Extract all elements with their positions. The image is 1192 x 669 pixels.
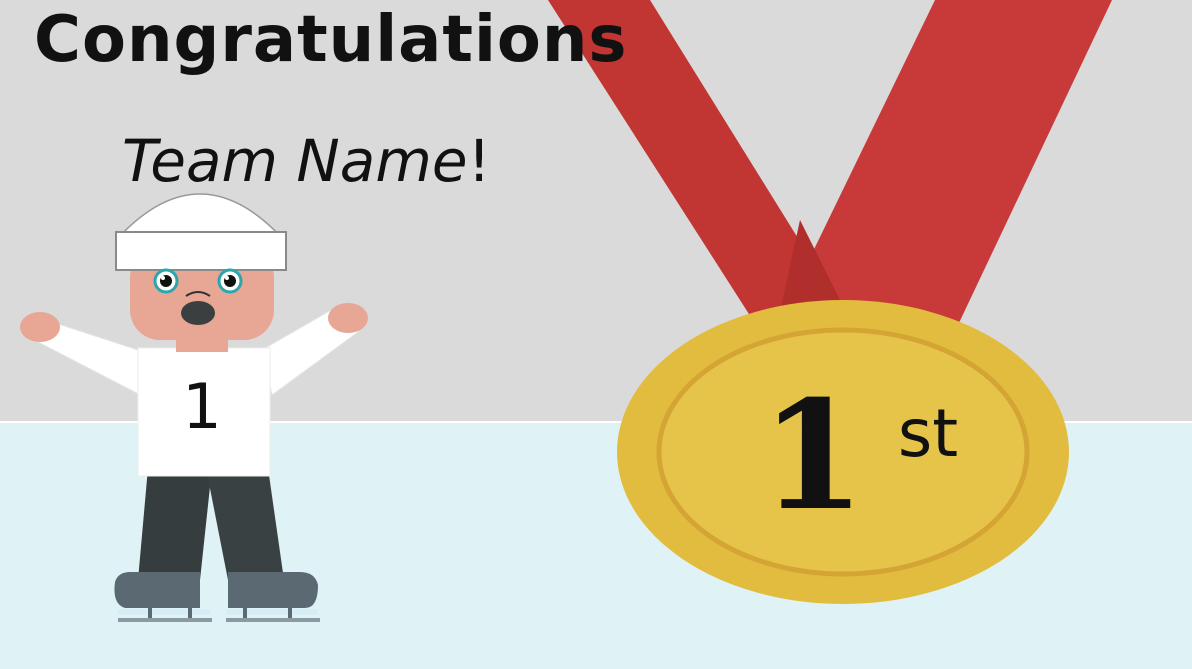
- skater-left-leg: [138, 468, 212, 580]
- medal-place-suffix: st: [898, 395, 958, 472]
- skater-mouth: [181, 301, 215, 325]
- skater-hat-band: [115, 231, 287, 271]
- team-name: Team Name: [122, 127, 468, 195]
- skater-left-skate: [114, 572, 212, 622]
- team-name-line: Team Name!: [122, 132, 491, 190]
- medal-place-number: 1: [761, 368, 865, 544]
- congratulations-heading: Congratulations: [34, 3, 628, 77]
- gold-medal: 1 st: [617, 300, 1069, 604]
- skater-right-skate: [226, 572, 320, 622]
- celebration-scene: 1 st 1: [0, 0, 1192, 669]
- exclamation-mark: !: [467, 127, 491, 195]
- jersey-number: 1: [182, 370, 221, 443]
